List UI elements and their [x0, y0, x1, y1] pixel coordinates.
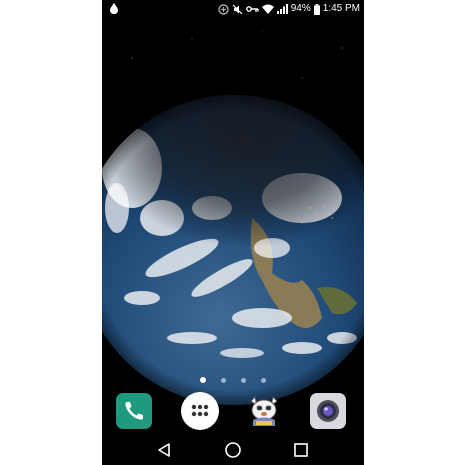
page-dot-1[interactable]: [200, 377, 206, 383]
page-indicator[interactable]: [102, 375, 364, 385]
phone-screen: 94% 1:45 PM: [102, 0, 364, 465]
recents-icon[interactable]: [291, 440, 311, 460]
earth-wallpaper: [102, 18, 364, 428]
home-icon[interactable]: [223, 440, 243, 460]
page-dot-4[interactable]: [261, 377, 266, 383]
wifi-icon: [261, 4, 274, 14]
avatar-app-icon[interactable]: [246, 393, 282, 429]
dock: [102, 392, 364, 431]
status-bar: 94% 1:45 PM: [102, 0, 364, 18]
vpn-key-icon: [245, 5, 259, 13]
back-icon[interactable]: [154, 440, 174, 460]
status-icons: 94% 1:45 PM: [218, 0, 360, 18]
page-dot-2[interactable]: [221, 377, 226, 383]
camera-app-icon[interactable]: [310, 393, 346, 429]
signal-icon: [276, 4, 288, 14]
mute-icon: [232, 4, 243, 15]
page-dot-3[interactable]: [241, 377, 246, 383]
phone-app-icon[interactable]: [116, 393, 152, 429]
battery-icon: [313, 3, 320, 15]
battery-percent: 94%: [290, 3, 311, 14]
app-drawer-icon[interactable]: [181, 392, 219, 430]
status-time: 1:45 PM: [322, 3, 360, 14]
data-saver-icon: [218, 3, 229, 15]
navigation-bar: [102, 433, 364, 465]
